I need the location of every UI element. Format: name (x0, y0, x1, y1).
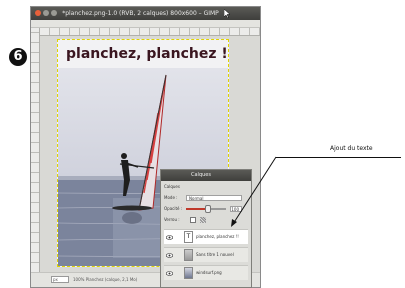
menu-bar[interactable] (31, 20, 260, 28)
callout-label: Ajout du texte (330, 145, 373, 152)
visibility-eye-icon[interactable] (166, 235, 173, 240)
visibility-eye-icon[interactable] (166, 271, 173, 276)
status-text: 100% Planchez (calque, 2,1 Mo) (73, 277, 138, 282)
lock-alpha-icon (200, 217, 206, 223)
lock-alpha-checkbox[interactable] (190, 217, 196, 223)
layer-row[interactable]: Sans titre 1 nouvel (164, 247, 248, 262)
layer-thumbnail: T (184, 231, 193, 243)
lock-label: Verrou : (164, 217, 180, 222)
maximize-window-button[interactable] (51, 10, 57, 16)
text-layer-headline[interactable]: planchez, planchez !! (66, 46, 228, 62)
mode-row: Mode : Normal (164, 194, 248, 202)
layer-name[interactable]: windsurf.png (196, 266, 222, 280)
opacity-slider-handle[interactable] (205, 205, 211, 213)
layer-name[interactable]: Sans titre 1 nouvel (196, 248, 234, 262)
layer-thumbnail (184, 249, 193, 261)
window-title: *planchez.png-1.0 (RVB, 2 calques) 800x6… (62, 10, 219, 17)
opacity-row: Opacité : 100 (164, 205, 248, 213)
callout-line (276, 157, 401, 158)
layers-dialog-title: Calques (161, 170, 251, 181)
unit-selector[interactable]: px (51, 276, 69, 283)
layer-row[interactable]: windsurf.png (164, 265, 248, 280)
lock-row: Verrou : (164, 216, 248, 224)
title-bar: *planchez.png-1.0 (RVB, 2 calques) 800x6… (31, 7, 260, 20)
opacity-slider[interactable] (186, 205, 226, 213)
horizontal-ruler[interactable] (39, 28, 260, 36)
layer-row[interactable]: Tplanchez, planchez !! (164, 229, 248, 244)
opacity-label: Opacité : (164, 206, 183, 211)
opacity-value-field[interactable]: 100 (230, 206, 242, 212)
mode-select[interactable]: Normal (186, 195, 242, 201)
step-badge: 6 (9, 48, 27, 66)
layer-name[interactable]: planchez, planchez !! (196, 230, 239, 244)
mode-label: Mode : (164, 195, 178, 200)
layers-tab-row: Calques (164, 183, 248, 191)
layers-dialog: Calques Calques Mode : Normal Opacité : … (160, 169, 252, 288)
visibility-eye-icon[interactable] (166, 253, 173, 258)
layer-thumbnail (184, 267, 193, 279)
minimize-window-button[interactable] (43, 10, 49, 16)
close-window-button[interactable] (35, 10, 41, 16)
vertical-ruler[interactable] (31, 28, 40, 273)
mouse-pointer-icon (224, 9, 230, 18)
layers-tab[interactable]: Calques (164, 184, 180, 189)
